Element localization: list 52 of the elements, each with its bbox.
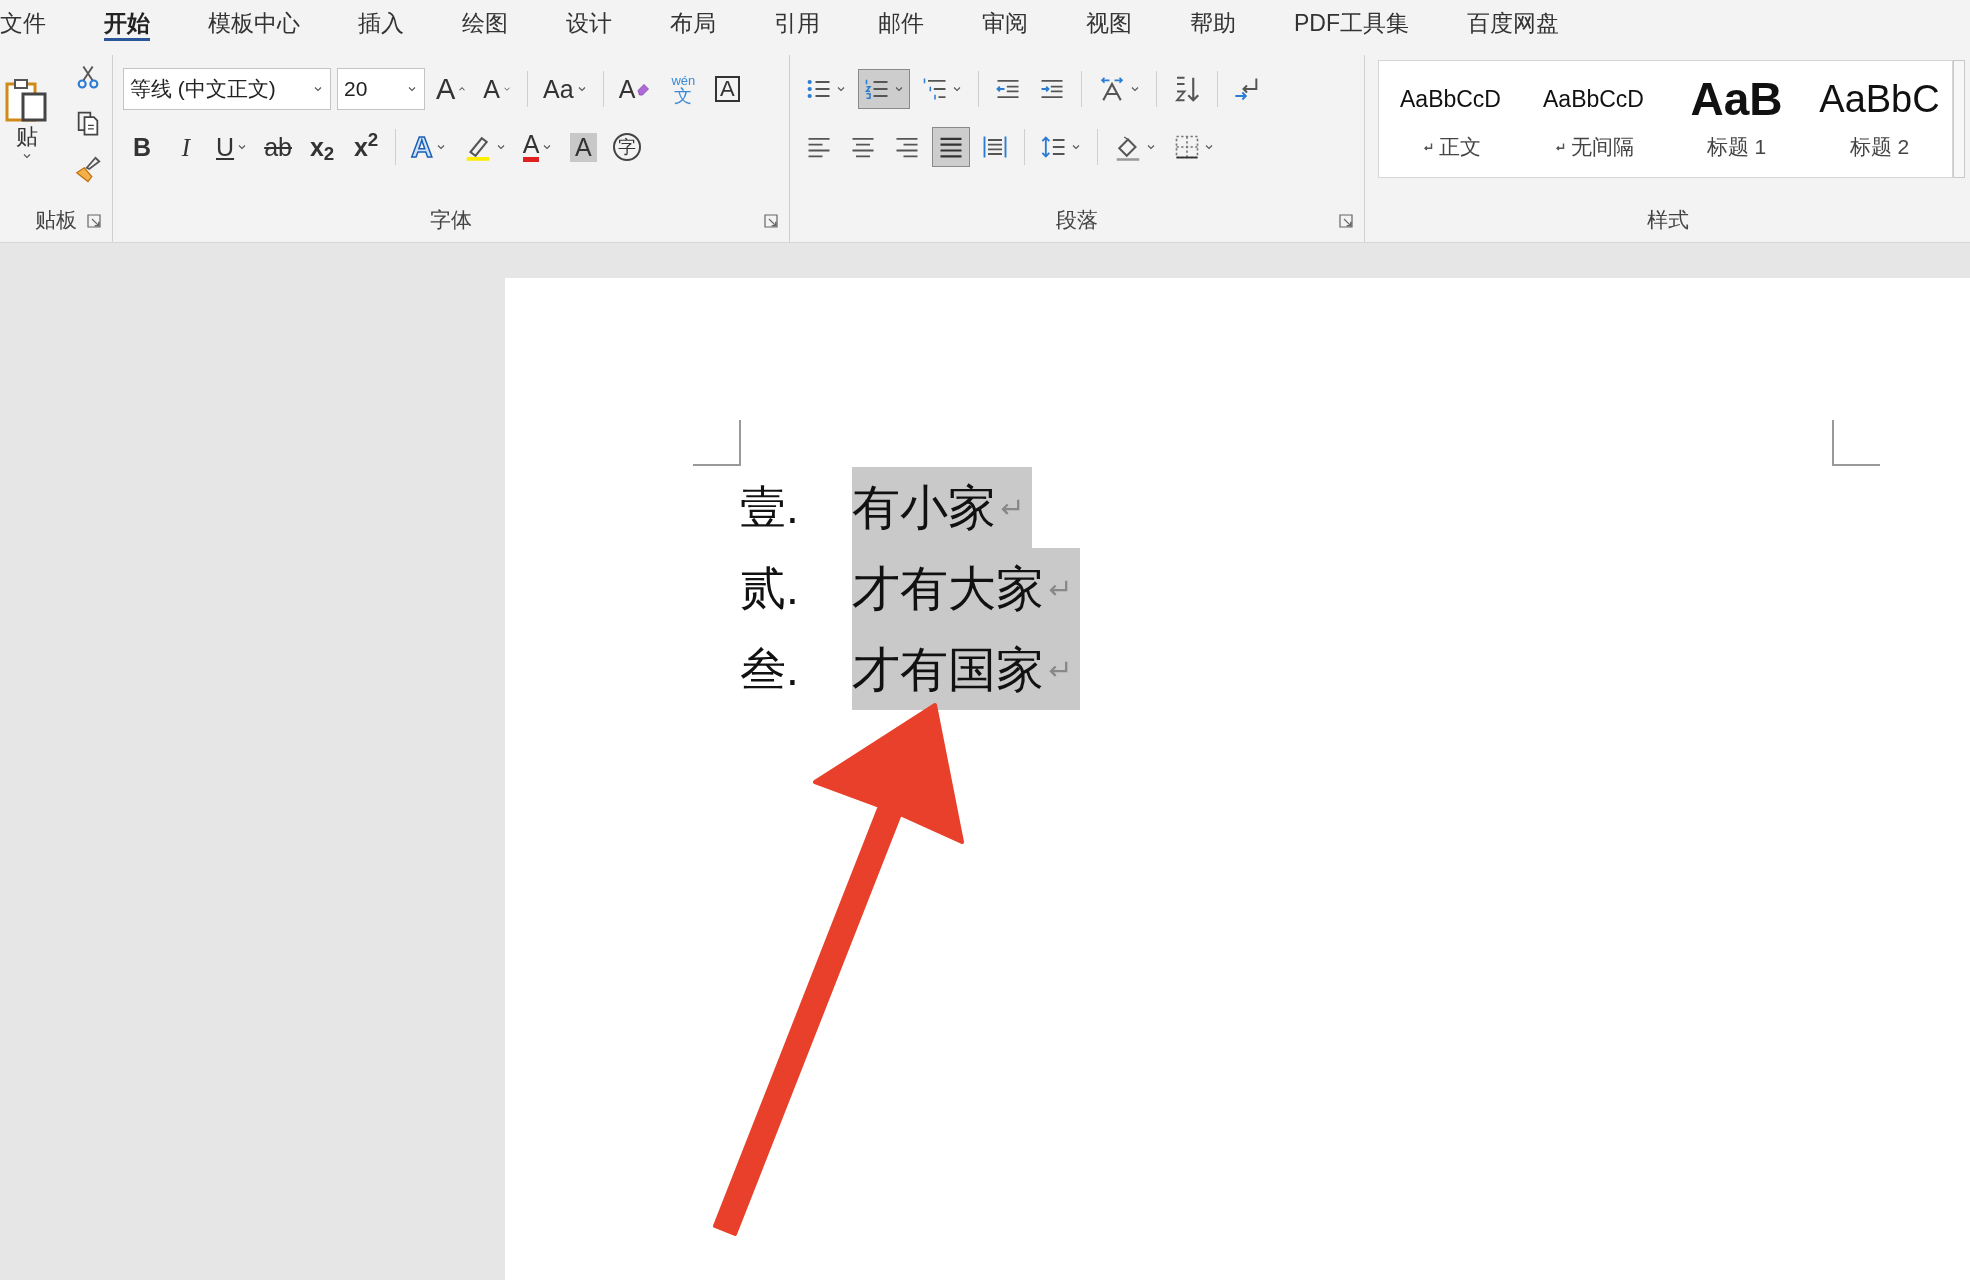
ribbon-tab[interactable]: 插入 <box>329 0 433 45</box>
style-gallery-item[interactable]: AaBbCcD 无间隔 <box>1522 61 1665 177</box>
margin-mark <box>693 420 741 466</box>
shrink-font-button[interactable]: A <box>478 69 518 109</box>
font-size-select[interactable]: 20 <box>337 68 425 110</box>
dialog-launcher-icon <box>1338 213 1354 229</box>
character-border-button[interactable]: A <box>708 69 747 109</box>
script-button[interactable]: x$^{2}$ <box>347 127 386 167</box>
ribbon-tab[interactable]: 邮件 <box>849 0 953 45</box>
style-gallery-item[interactable]: AaB 标题 1 <box>1665 61 1808 177</box>
font-color-button[interactable]: A <box>517 127 559 167</box>
list-number: 贰. <box>740 561 800 616</box>
numbered-list-button[interactable] <box>858 69 910 109</box>
gallery-scroll-bar[interactable] <box>1953 60 1965 178</box>
paintbrush-icon <box>73 154 103 184</box>
italic-button[interactable]: I <box>167 127 205 167</box>
ribbon-tab[interactable]: 设计 <box>537 0 641 45</box>
margin-mark <box>1832 420 1880 466</box>
ribbon-tab[interactable]: 视图 <box>1057 0 1161 45</box>
ribbon-tab[interactable]: 模板中心 <box>179 0 329 45</box>
group-label: 字体 <box>430 207 472 234</box>
list-item-text: 才有国家 <box>852 629 1080 710</box>
ribbon-tab[interactable]: 百度网盘 <box>1438 0 1588 45</box>
change-case-button[interactable]: Aa <box>538 69 593 109</box>
clear-formatting-button[interactable]: A <box>613 69 659 109</box>
bold-button[interactable]: B <box>123 127 161 167</box>
list-number: 叁. <box>740 642 800 697</box>
underline-button[interactable]: U <box>211 127 254 167</box>
ribbon-tab[interactable]: 文件 <box>0 0 75 45</box>
list-item-text: 才有大家 <box>852 548 1080 629</box>
style-gallery-item[interactable]: AaBbC 标题 2 <box>1808 61 1951 177</box>
style-gallery-item[interactable]: AaBbCcD 正文 <box>1379 61 1522 177</box>
dialog-launcher-icon <box>763 213 779 229</box>
ribbon-tab[interactable]: 绘图 <box>433 0 537 45</box>
ribbon-tab[interactable]: 布局 <box>641 0 745 45</box>
paste-button[interactable]: 贴 <box>0 59 54 179</box>
justify-button[interactable] <box>932 127 970 167</box>
group-label: 贴板 <box>35 207 77 234</box>
borders-icon <box>1173 133 1201 161</box>
font-name-select[interactable]: 等线 (中文正文) <box>123 68 331 110</box>
ribbon-tab[interactable]: 引用 <box>745 0 849 45</box>
grow-font-button[interactable]: A <box>431 69 473 109</box>
ribbon-tab[interactable]: 审阅 <box>953 0 1057 45</box>
script-button[interactable]: x$_{2}$ <box>303 127 342 167</box>
group-label: 样式 <box>1646 207 1689 234</box>
strikethrough-button[interactable]: ab <box>259 127 298 167</box>
list-number: 壹. <box>740 480 800 535</box>
group-label: 段落 <box>1056 207 1098 234</box>
dialog-launcher-icon <box>86 213 102 229</box>
list-item-text: 有小家 <box>852 467 1032 548</box>
ribbon-tab[interactable]: 帮助 <box>1161 0 1265 45</box>
ribbon-tab[interactable]: PDF工具集 <box>1265 0 1438 45</box>
